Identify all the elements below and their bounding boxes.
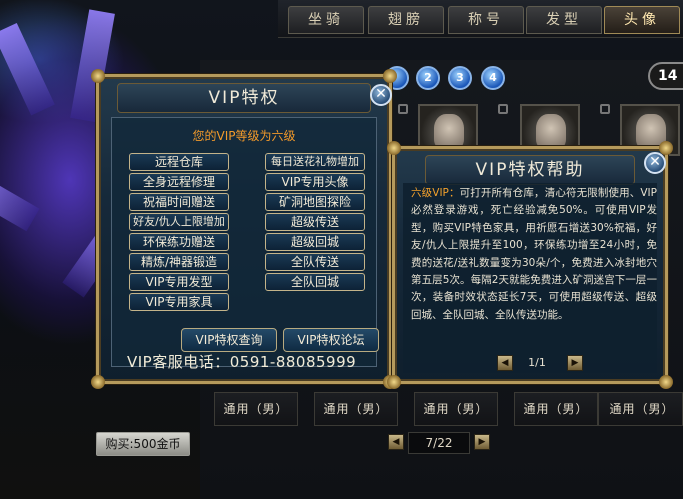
lock-icon [398, 104, 408, 114]
help-prev-button[interactable]: ◀ [497, 355, 513, 371]
tab-title[interactable]: 称号 [448, 6, 524, 34]
vip-super-teleport-button[interactable]: 超级传送 [265, 213, 365, 231]
vip-panel-title: VIP特权 [117, 83, 371, 113]
crystal-decoration [0, 22, 55, 116]
prev-page-button[interactable]: ◀ [388, 434, 404, 450]
buy-button[interactable]: 购买:500金币 [96, 432, 190, 456]
lock-icon [498, 104, 508, 114]
frame-corner-ornament [387, 375, 401, 389]
avatar-face-icon [536, 114, 566, 150]
vip-privilege-panel: VIP特权 您的VIP等级为六级 远程仓库 全身远程修理 祝福时间赠送 好友/仇… [91, 69, 397, 389]
vip-hairstyle-button[interactable]: VIP专用发型 [129, 273, 229, 291]
vip-team-return-button[interactable]: 全队回城 [265, 273, 365, 291]
vip-friend-limit-button[interactable]: 好友/仇人上限增加 [129, 213, 229, 231]
vip-furniture-button[interactable]: VIP专用家具 [129, 293, 229, 311]
help-next-button[interactable]: ▶ [567, 355, 583, 371]
vip-super-return-button[interactable]: 超级回城 [265, 233, 365, 251]
avatar-face-icon [434, 114, 464, 150]
item-label: 通用（男） [223, 402, 289, 416]
tab-hairstyle[interactable]: 发型 [526, 6, 602, 34]
gem-icon-2[interactable]: 2 [416, 66, 440, 90]
item-label: 通用（男） [423, 402, 489, 416]
gem-icon-3[interactable]: 3 [448, 66, 472, 90]
vip-mine-map-button[interactable]: 矿洞地图探险 [265, 193, 365, 211]
help-body-text: 可打开所有仓库，清心符无限制使用、VIP必然登录游戏，死亡经验减免50%。可使用… [411, 187, 657, 321]
item-label: 通用（男） [523, 402, 589, 416]
vip-level-text: 您的VIP等级为六级 [192, 129, 296, 143]
item-label: 通用（男） [323, 402, 389, 416]
vip-blessing-time-button[interactable]: 祝福时间赠送 [129, 193, 229, 211]
frame-corner-ornament [387, 141, 401, 155]
vip-daily-flowers-button[interactable]: 每日送花礼物增加 [265, 153, 365, 171]
next-page-button[interactable]: ▶ [474, 434, 490, 450]
level-badge: 14 [648, 62, 683, 90]
tab-avatar[interactable]: 头像 [604, 6, 680, 34]
frame-corner-ornament [383, 69, 397, 83]
lock-icon [600, 104, 610, 114]
help-highlight: 六级VIP： [411, 187, 460, 199]
vip-query-button[interactable]: VIP特权查询 [181, 328, 277, 352]
crystal-decoration [0, 173, 40, 232]
vip-avatar-button[interactable]: VIP专用头像 [265, 173, 365, 191]
frame-corner-ornament [659, 375, 673, 389]
help-panel-close-button[interactable]: ✕ [644, 152, 666, 174]
help-panel-title: VIP特权帮助 [425, 155, 635, 185]
vip-panel-close-button[interactable]: ✕ [370, 84, 392, 106]
category-tab-bar: 坐骑 翅膀 称号 发型 头像 [278, 0, 683, 38]
vip-remote-repair-button[interactable]: 全身远程修理 [129, 173, 229, 191]
vip-forum-button[interactable]: VIP特权论坛 [283, 328, 379, 352]
vip-eco-training-button[interactable]: 环保练功赠送 [129, 233, 229, 251]
help-description: 六级VIP：可打开所有仓库，清心符无限制使用、VIP必然登录游戏，死亡经验减免5… [411, 185, 657, 324]
tab-wings[interactable]: 翅膀 [368, 6, 444, 34]
gem-icon-4[interactable]: 4 [481, 66, 505, 90]
page-indicator: 7/22 [408, 432, 470, 454]
vip-help-panel: VIP特权帮助 六级VIP：可打开所有仓库，清心符无限制使用、VIP必然登录游戏… [387, 141, 673, 389]
tab-mount[interactable]: 坐骑 [288, 6, 364, 34]
frame-corner-ornament [91, 375, 105, 389]
vip-team-teleport-button[interactable]: 全队传送 [265, 253, 365, 271]
vip-refine-forge-button[interactable]: 精炼/神器锻造 [129, 253, 229, 271]
vip-service-phone: VIP客服电话：0591-88085999 [127, 353, 357, 371]
item-label: 通用（男） [609, 402, 675, 416]
help-page-indicator: 1/1 [528, 356, 546, 369]
vip-remote-storage-button[interactable]: 远程仓库 [129, 153, 229, 171]
frame-corner-ornament [91, 69, 105, 83]
